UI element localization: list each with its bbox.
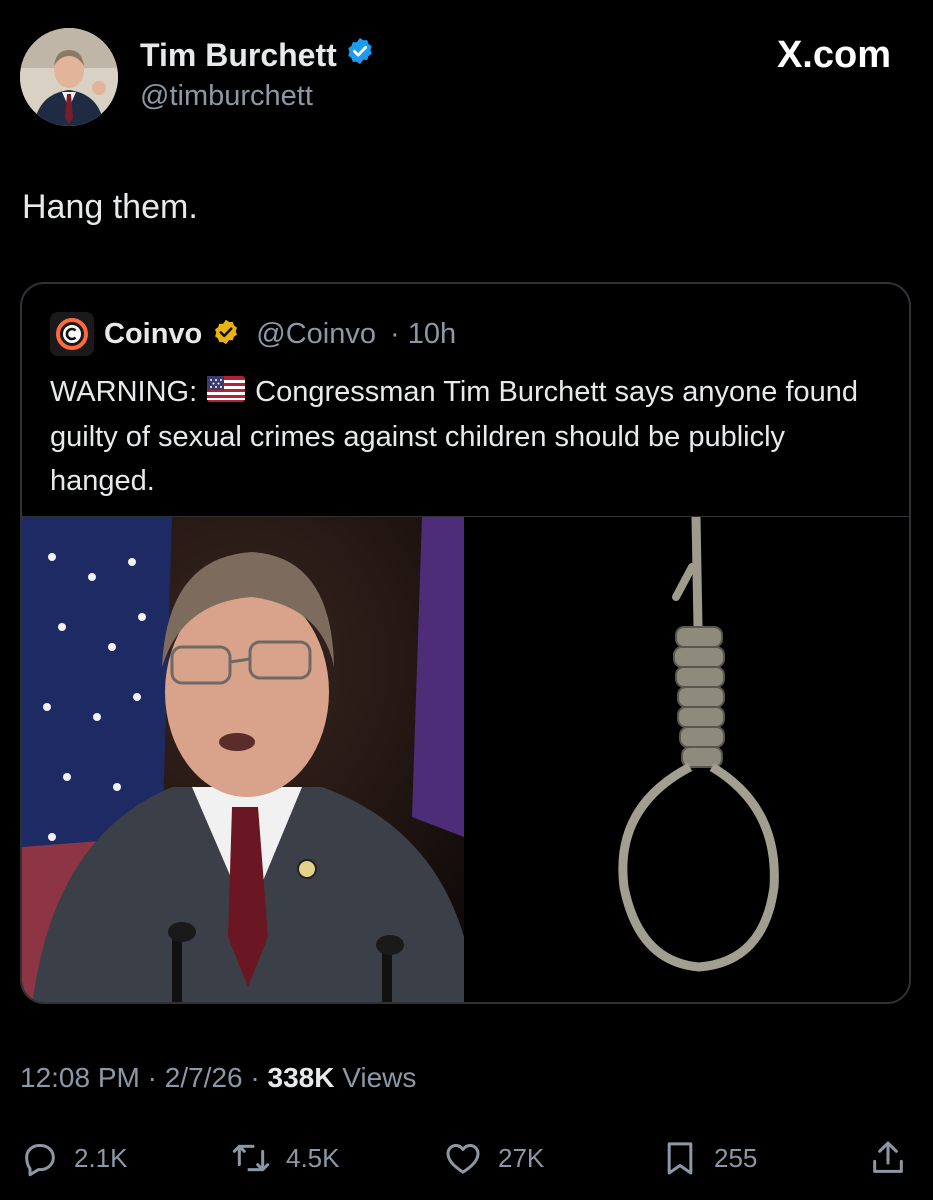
- brand-logo: X.com: [776, 34, 891, 76]
- views-count: 338K: [267, 1062, 335, 1093]
- share-icon: [873, 1141, 903, 1173]
- bookmark-icon: [667, 1142, 693, 1175]
- congressman-photo[interactable]: [22, 516, 464, 1002]
- tweet-time[interactable]: 12:08 PM: [20, 1062, 140, 1093]
- verified-badge-icon: [345, 36, 375, 74]
- author-name-row[interactable]: Tim Burchett: [140, 36, 375, 74]
- like-button[interactable]: 27K: [442, 1138, 544, 1178]
- like-count: 27K: [498, 1142, 545, 1173]
- tweet-meta: 12:08 PM · 2/7/26 · 338K Views: [20, 1062, 416, 1094]
- reply-icon: [25, 1144, 55, 1177]
- noose-photo[interactable]: [464, 516, 909, 1002]
- bookmark-button[interactable]: 255: [660, 1138, 757, 1178]
- share-button[interactable]: [868, 1138, 908, 1178]
- action-bar: 2.1K 4.5K 27K 255: [20, 1130, 913, 1180]
- quoted-text-prefix: WARNING:: [50, 376, 198, 408]
- author-avatar[interactable]: [20, 28, 118, 126]
- views-label: Views: [342, 1062, 417, 1093]
- quoted-timestamp: · 10h: [390, 317, 457, 350]
- quoted-author-handle[interactable]: @Coinvo: [256, 318, 376, 351]
- gold-verified-badge-icon: [212, 318, 240, 351]
- quoted-tweet-header: Coinvo @Coinvo · 10h: [50, 312, 456, 356]
- reply-count: 2.1K: [74, 1142, 128, 1173]
- author-handle[interactable]: @timburchett: [140, 80, 313, 113]
- heart-icon: [446, 1144, 480, 1174]
- meta-separator: ·: [147, 1062, 165, 1093]
- meta-separator: ·: [250, 1062, 268, 1093]
- repost-count: 4.5K: [286, 1142, 340, 1173]
- repost-button[interactable]: 4.5K: [230, 1138, 340, 1178]
- tweet-text: Hang them.: [22, 188, 198, 226]
- us-flag-icon: [207, 371, 246, 415]
- quoted-tweet-card[interactable]: Coinvo @Coinvo · 10h WARNING: Congressma…: [20, 282, 911, 1004]
- bookmark-count: 255: [714, 1142, 758, 1173]
- quoted-tweet-text: WARNING: Congressman Tim Burchett says a…: [50, 370, 890, 503]
- quoted-author-name[interactable]: Coinvo: [104, 318, 202, 351]
- tweet-date[interactable]: 2/7/26: [165, 1062, 243, 1093]
- coinvo-logo-icon[interactable]: [50, 312, 94, 356]
- repost-icon: [232, 1144, 270, 1172]
- reply-button[interactable]: 2.1K: [20, 1138, 128, 1178]
- author-name[interactable]: Tim Burchett: [140, 37, 337, 74]
